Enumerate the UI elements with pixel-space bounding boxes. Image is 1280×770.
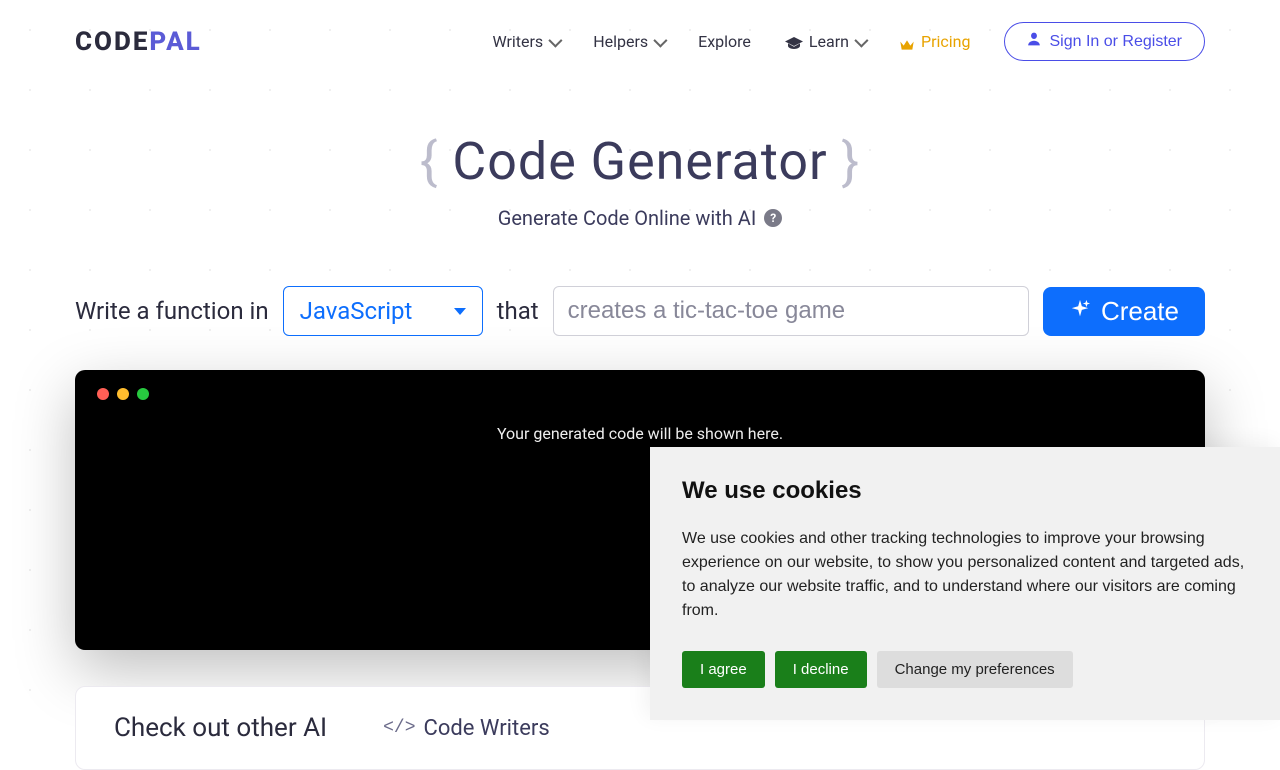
nav-writers[interactable]: Writers xyxy=(492,32,559,51)
logo[interactable]: CODEPAL xyxy=(75,27,202,57)
code-placeholder-text: Your generated code will be shown here. xyxy=(97,424,1183,443)
user-icon xyxy=(1027,32,1041,51)
sign-in-label: Sign In or Register xyxy=(1049,33,1182,51)
crown-icon xyxy=(899,36,915,48)
create-button-label: Create xyxy=(1101,296,1179,327)
cookie-buttons: I agree I decline Change my preferences xyxy=(682,651,1248,688)
cookie-body: We use cookies and other tracking techno… xyxy=(682,527,1248,623)
prompt-that: that xyxy=(497,297,539,325)
code-writers-label: Code Writers xyxy=(424,716,550,741)
other-tools-title: Check out other AI xyxy=(114,713,327,743)
chevron-down-icon xyxy=(653,33,667,47)
main-nav: Writers Helpers Explore Learn xyxy=(492,22,1205,61)
window-dot-red-icon xyxy=(97,388,109,400)
window-dots xyxy=(97,388,1183,400)
window-dot-green-icon xyxy=(137,388,149,400)
header: CODEPAL Writers Helpers Explore Learn xyxy=(0,0,1280,61)
cookie-banner: We use cookies We use cookies and other … xyxy=(650,447,1280,720)
code-icon: </> xyxy=(383,718,415,738)
page-title-text: Code Generator xyxy=(452,131,827,192)
page-subtitle-text: Generate Code Online with AI xyxy=(498,206,757,230)
nav-learn[interactable]: Learn xyxy=(785,32,865,51)
graduation-cap-icon xyxy=(785,35,803,49)
hero: { Code Generator } Generate Code Online … xyxy=(0,131,1280,230)
window-dot-yellow-icon xyxy=(117,388,129,400)
nav-pricing[interactable]: Pricing xyxy=(899,32,971,51)
cookie-agree-button[interactable]: I agree xyxy=(682,651,765,688)
create-button[interactable]: Create xyxy=(1043,287,1205,336)
logo-part1: CODE xyxy=(75,27,149,57)
brace-right-icon: } xyxy=(842,131,861,192)
nav-pricing-label: Pricing xyxy=(921,32,971,51)
nav-explore-label: Explore xyxy=(698,32,751,51)
cookie-title: We use cookies xyxy=(682,477,1248,505)
cookie-decline-button[interactable]: I decline xyxy=(775,651,867,688)
brace-left-icon: { xyxy=(420,131,439,192)
nav-explore[interactable]: Explore xyxy=(698,32,751,51)
page-title: { Code Generator } xyxy=(0,131,1280,192)
generator-form: Write a function in JavaScript that Crea… xyxy=(0,286,1280,336)
chevron-down-icon xyxy=(854,33,868,47)
logo-part2: PAL xyxy=(149,27,201,57)
language-select[interactable]: JavaScript xyxy=(283,286,483,336)
help-icon[interactable]: ? xyxy=(764,209,782,227)
nav-helpers-label: Helpers xyxy=(593,32,648,51)
nav-writers-label: Writers xyxy=(492,32,543,51)
nav-helpers[interactable]: Helpers xyxy=(593,32,664,51)
sparkle-icon xyxy=(1069,296,1091,327)
nav-learn-label: Learn xyxy=(809,32,849,51)
prompt-input[interactable] xyxy=(553,286,1029,336)
code-writers-link[interactable]: </> Code Writers xyxy=(383,716,550,741)
language-select-value: JavaScript xyxy=(300,297,413,325)
prompt-prefix: Write a function in xyxy=(75,297,269,325)
sign-in-button[interactable]: Sign In or Register xyxy=(1004,22,1205,61)
caret-down-icon xyxy=(454,308,466,315)
cookie-preferences-button[interactable]: Change my preferences xyxy=(877,651,1073,688)
page-subtitle: Generate Code Online with AI ? xyxy=(498,206,783,230)
chevron-down-icon xyxy=(549,33,563,47)
